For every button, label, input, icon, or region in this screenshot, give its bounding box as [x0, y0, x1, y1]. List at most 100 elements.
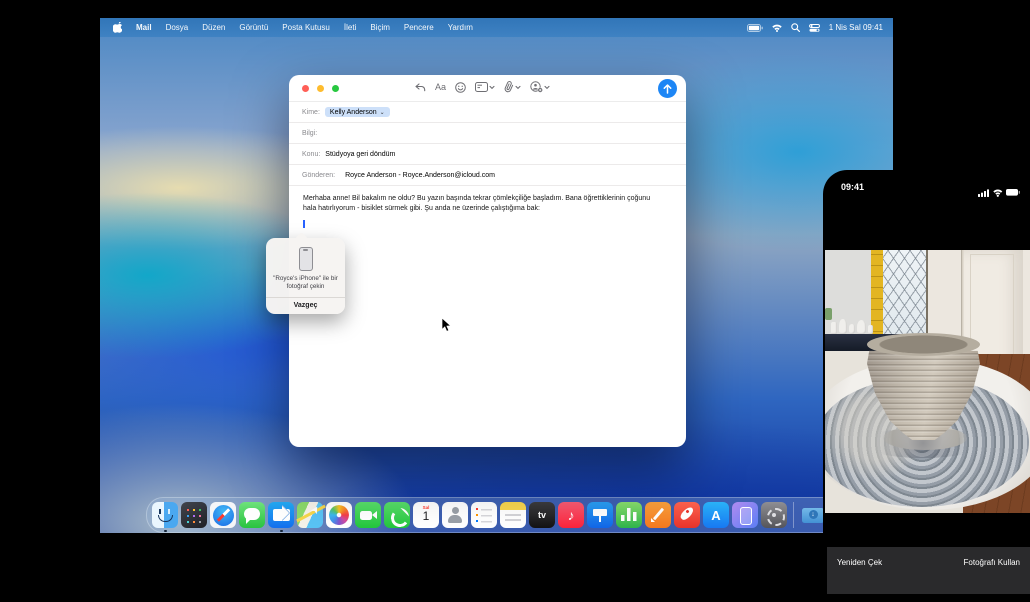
dock-pages-icon[interactable] [645, 502, 671, 528]
dock-iphone-mirroring-icon[interactable] [732, 502, 758, 528]
apple-menu-icon[interactable] [113, 22, 122, 33]
from-value: Royce Anderson - Royce.Anderson@icloud.c… [345, 172, 495, 179]
cc-field[interactable]: Bilgi: [289, 123, 686, 144]
dock-numbers-icon[interactable] [616, 502, 642, 528]
cc-field-label: Bilgi: [302, 130, 317, 137]
menu-item-goruntu[interactable]: Görüntü [239, 23, 268, 32]
menu-item-ileti[interactable]: İleti [344, 23, 356, 32]
to-field[interactable]: Kime: Kelly Anderson ⌄ [289, 102, 686, 123]
window-controls [302, 85, 339, 92]
menu-item-mail[interactable]: Mail [136, 23, 152, 32]
menu-item-pencere[interactable]: Pencere [404, 23, 434, 32]
subject-field-label: Konu: [302, 151, 320, 158]
format-text-button[interactable]: Aa [435, 82, 446, 92]
from-field[interactable]: Gönderen: Royce Anderson - Royce.Anderso… [289, 165, 686, 186]
mail-running-indicator [280, 530, 283, 533]
camera-preview-photo [825, 250, 1030, 513]
photo-vase [857, 320, 866, 334]
recipient-name: Kelly Anderson [330, 109, 377, 116]
dock-apple-tv-icon[interactable]: tv [529, 502, 555, 528]
message-body[interactable]: Merhaba anne! Bil bakalım ne oldu? Bu ya… [289, 186, 674, 236]
dock-music-icon[interactable]: ♪ [558, 502, 584, 528]
subject-value: Stüdyoya geri döndüm [325, 151, 395, 158]
dock-contacts-icon[interactable] [442, 502, 468, 528]
phone-status-time: 09:41 [841, 182, 864, 192]
mail-window-titlebar[interactable]: Aa [289, 75, 686, 102]
compose-header-fields: Kime: Kelly Anderson ⌄ Bilgi: Konu: Stüd… [289, 102, 686, 186]
menu-item-yardim[interactable]: Yardım [448, 23, 473, 32]
dock-mail-icon[interactable] [268, 502, 294, 528]
use-photo-button[interactable]: Fotoğrafı Kullan [964, 558, 1020, 567]
dock-separator [793, 502, 794, 528]
recipient-token[interactable]: Kelly Anderson ⌄ [325, 107, 390, 117]
search-icon[interactable] [791, 23, 800, 32]
menu-bar-status: 1 Nis Sal 09:41 [747, 23, 893, 32]
to-field-label: Kime: [302, 109, 320, 116]
header-fields-menu[interactable] [475, 82, 495, 92]
menu-bar-clock[interactable]: 1 Nis Sal 09:41 [829, 23, 883, 32]
photo-vase [831, 322, 837, 334]
compose-toolbar: Aa [415, 81, 550, 93]
photo-vase [849, 324, 855, 334]
dock-launchpad-icon[interactable] [181, 502, 207, 528]
retake-button[interactable]: Yeniden Çek [837, 558, 882, 567]
text-cursor [303, 220, 305, 228]
dock-phone-icon[interactable] [384, 502, 410, 528]
finder-running-indicator [164, 530, 167, 533]
popover-message: "Royce's iPhone" ile bir fotoğraf çekin [266, 275, 345, 291]
dock-rocket-icon[interactable] [674, 502, 700, 528]
dock-calendar-icon[interactable]: Sal 1 [413, 502, 439, 528]
send-button[interactable] [658, 79, 677, 98]
dock-notes-icon[interactable] [500, 502, 526, 528]
emoji-picker-icon[interactable] [455, 82, 466, 93]
iphone-icon [299, 247, 313, 271]
battery-icon[interactable] [747, 24, 763, 32]
menu-item-bicim[interactable]: Biçim [370, 23, 390, 32]
dock-reminders-icon[interactable] [471, 502, 497, 528]
dock-maps-icon[interactable] [297, 502, 323, 528]
minimize-window-button[interactable] [317, 85, 324, 92]
recipient-chevron-icon[interactable]: ⌄ [380, 109, 385, 116]
photo-vase [839, 319, 847, 334]
photo-clay-bowl-rim [867, 333, 980, 356]
menu-item-posta-kutusu[interactable]: Posta Kutusu [282, 23, 330, 32]
wifi-icon [993, 189, 1002, 196]
menu-item-duzen[interactable]: Düzen [202, 23, 225, 32]
battery-icon [1006, 189, 1020, 196]
desktop-wallpaper: Mail Dosya Düzen Görüntü Posta Kutusu İl… [100, 18, 893, 533]
photo-door-panel [970, 254, 1014, 366]
take-photo-popover: "Royce's iPhone" ile bir fotoğraf çekin … [266, 238, 345, 314]
dock-finder-icon[interactable] [152, 502, 178, 528]
phone-status-icons [978, 184, 1020, 202]
menu-bar: Mail Dosya Düzen Görüntü Posta Kutusu İl… [100, 18, 893, 37]
dock: Sal 1 tv ♪ A [146, 497, 861, 533]
subject-field[interactable]: Konu: Stüdyoya geri döndüm [289, 144, 686, 165]
zoom-window-button[interactable] [332, 85, 339, 92]
photo-vase [868, 325, 873, 334]
cellular-signal-icon [978, 189, 989, 197]
undo-icon[interactable] [415, 83, 426, 92]
mouse-cursor [441, 318, 452, 338]
message-body-text: Merhaba anne! Bil bakalım ne oldu? Bu ya… [303, 195, 650, 212]
dock-facetime-icon[interactable] [355, 502, 381, 528]
insert-from-device-menu[interactable] [530, 81, 550, 93]
from-field-label: Gönderen: [302, 172, 335, 179]
dock-messages-icon[interactable] [239, 502, 265, 528]
dock-photos-icon[interactable] [326, 502, 352, 528]
attach-file-menu[interactable] [504, 81, 521, 93]
close-window-button[interactable] [302, 85, 309, 92]
mail-compose-window: Aa [289, 75, 686, 447]
menu-bar-left: Mail Dosya Düzen Görüntü Posta Kutusu İl… [100, 22, 473, 33]
dock-keynote-icon[interactable] [587, 502, 613, 528]
dock-system-settings-icon[interactable] [761, 502, 787, 528]
camera-action-bar: Yeniden Çek Fotoğrafı Kullan [827, 547, 1030, 594]
wifi-icon[interactable] [772, 24, 782, 32]
photo-green-vase [825, 308, 832, 320]
calendar-day: 1 [413, 510, 439, 522]
dock-app-store-icon[interactable]: A [703, 502, 729, 528]
dock-safari-icon[interactable] [210, 502, 236, 528]
screenshot-stage: Mail Dosya Düzen Görüntü Posta Kutusu İl… [0, 0, 1030, 602]
menu-item-dosya[interactable]: Dosya [166, 23, 189, 32]
cancel-button[interactable]: Vazgeç [266, 298, 345, 314]
control-center-icon[interactable] [809, 24, 820, 32]
